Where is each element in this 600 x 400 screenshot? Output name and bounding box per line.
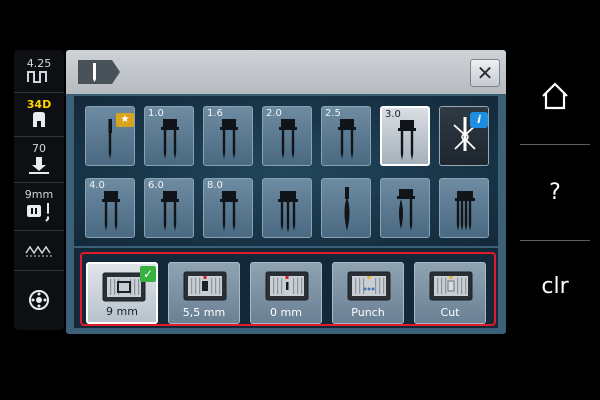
needle-grid: ★ 1.0 1.6 2.0 2.5 3.0 i 4.0 6.0 8.0: [74, 96, 498, 246]
needle-plate-label: Cut: [440, 306, 460, 319]
presser-foot-icon: [33, 112, 45, 127]
needle-plate-area: 9 mm ✓ 5,5 mm 0 mm Punch Cut: [74, 248, 498, 328]
info-icon[interactable]: i: [470, 112, 488, 128]
needle-plate-option-punch[interactable]: Punch: [332, 262, 404, 324]
needle-size-label: 2.5: [325, 108, 341, 119]
bobbin-icon: [29, 290, 49, 310]
checkmark-icon: ✓: [140, 266, 156, 282]
help-button[interactable]: ?: [520, 146, 590, 238]
needle-plate-option-5-5-mm[interactable]: 5,5 mm: [168, 262, 240, 324]
stitch-number-value: 34D: [26, 98, 52, 111]
stitch-width-icon: [27, 71, 47, 83]
needle-tab-icon[interactable]: [76, 58, 122, 86]
needle-size-label: 1.0: [148, 108, 164, 119]
needle-option-2-0[interactable]: 2.0: [262, 106, 312, 166]
needle-option-double-wing-needle[interactable]: [380, 178, 430, 238]
needle-plate-option-cut[interactable]: Cut: [414, 262, 486, 324]
needle-size-label: 8.0: [207, 180, 223, 191]
needle-option-2-5[interactable]: 2.5: [321, 106, 371, 166]
needle-option-1-0[interactable]: 1.0: [144, 106, 194, 166]
bobbin-item[interactable]: [14, 270, 64, 330]
needle-option-single-needle[interactable]: ★: [85, 106, 135, 166]
needle-plate-label: 0 mm: [270, 306, 302, 319]
right-divider-2: [520, 240, 590, 241]
needle-plate-item[interactable]: 9mm: [14, 182, 64, 231]
clear-label: clr: [541, 273, 569, 299]
needle-plate-value: 9mm: [24, 188, 54, 201]
needle-plate-label: 5,5 mm: [182, 306, 226, 319]
foot-pressure-icon: [29, 157, 49, 174]
needle-option-8-0[interactable]: 8.0: [203, 178, 253, 238]
needle-plate-label: Punch: [351, 306, 385, 319]
needle-option-needle-threader[interactable]: i: [439, 106, 489, 166]
needle-plate-option-0-mm[interactable]: 0 mm: [250, 262, 322, 324]
close-button[interactable]: ✕: [470, 59, 500, 87]
foot-pressure-item[interactable]: 70: [14, 136, 64, 183]
help-label: ?: [549, 179, 561, 205]
needle-plate-highlight: 9 mm ✓ 5,5 mm 0 mm Punch Cut: [80, 252, 496, 326]
zigzag-icon: [25, 245, 52, 257]
home-button[interactable]: [520, 50, 590, 142]
needle-option-4-0[interactable]: 4.0: [85, 178, 135, 238]
needle-option-triple-needle[interactable]: [262, 178, 312, 238]
clear-button[interactable]: clr: [520, 242, 590, 330]
needle-size-label: 4.0: [89, 180, 105, 191]
stitch-width-item[interactable]: 4.25: [14, 50, 64, 93]
needle-option-1-6[interactable]: 1.6: [203, 106, 253, 166]
needle-size-label: 6.0: [148, 180, 164, 191]
star-icon: ★: [116, 113, 134, 127]
foot-pressure-value: 70: [32, 142, 46, 155]
panel-header: ✕: [66, 50, 506, 94]
needle-option-6-0[interactable]: 6.0: [144, 178, 194, 238]
stitch-width-value: 4.25: [26, 57, 52, 70]
stitch-pattern-item[interactable]: [14, 230, 64, 271]
needle-option-3-0[interactable]: 3.0: [380, 106, 430, 166]
needle-size-label: 2.0: [266, 108, 282, 119]
needle-size-label: 1.6: [207, 108, 223, 119]
stitch-number-item[interactable]: 34D: [14, 92, 64, 137]
status-rail: 4.25 34D 70 9mm: [14, 50, 64, 330]
needle-option-wing-needle[interactable]: [321, 178, 371, 238]
needle-selection-panel: ✕ ★ 1.0 1.6 2.0 2.5 3.0 i 4.0 6.0 8.0 9 mm ✓ 5,5 mm…: [66, 50, 506, 334]
needle-plate-label: 9 mm: [106, 305, 138, 318]
needle-plate-icon: [27, 203, 50, 222]
needle-option-quad-needle[interactable]: [439, 178, 489, 238]
needle-plate-option-9-mm[interactable]: 9 mm ✓: [86, 262, 158, 324]
right-divider-1: [520, 144, 590, 145]
home-icon: [542, 82, 568, 110]
needle-size-label: 3.0: [385, 109, 401, 120]
